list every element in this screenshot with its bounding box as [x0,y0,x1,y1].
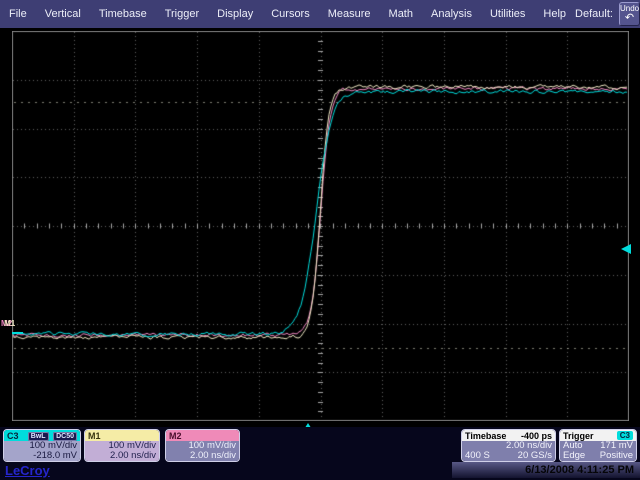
status-bar: C3 BwL DC50 100 mV/div -218.0 mV M1 100 … [0,427,640,480]
c3-offset: -218.0 mV [33,451,77,461]
undo-icon: ↶ [625,13,634,24]
trigger-type: Edge [563,451,585,461]
default-setup-label: Default: [575,8,613,20]
trace-descriptor-m1[interactable]: M1 100 mV/div 2.00 ns/div [84,429,160,462]
oscilloscope-screen: File Vertical Timebase Trigger Display C… [0,0,640,480]
timebase-samples: 400 S [465,451,490,461]
c3-label: C3 [7,431,19,441]
menu-item-file[interactable]: File [0,0,36,28]
timebase-sample-rate: 20 GS/s [518,451,552,461]
menu-item-utilities[interactable]: Utilities [481,0,534,28]
trigger-label: Trigger [563,431,594,441]
menu-item-display[interactable]: Display [208,0,262,28]
menu-item-measure[interactable]: Measure [319,0,380,28]
left-edge-trace-tags: M2M1 [1,320,15,328]
menu-item-analysis[interactable]: Analysis [422,0,481,28]
datetime: 6/13/2008 4:11:25 PM [525,464,634,476]
m2-time-per-div: 2.00 ns/div [190,451,236,461]
menu-bar: File Vertical Timebase Trigger Display C… [0,0,640,28]
waveform-display: M2M1 [0,28,640,427]
m1-trace-tag: M1 [4,319,15,328]
timebase-delay: -400 ps [521,431,552,441]
timebase-descriptor[interactable]: Timebase -400 ps 2.00 ns/div 400 S 20 GS… [461,429,556,462]
waveform-grid-canvas [12,31,629,421]
m2-label: M2 [169,431,182,441]
undo-button[interactable]: Undo ↶ [619,2,640,26]
menu-item-math[interactable]: Math [380,0,422,28]
m1-time-per-div: 2.00 ns/div [110,451,156,461]
channel-descriptor-c3[interactable]: C3 BwL DC50 100 mV/div -218.0 mV [3,429,81,462]
menu-item-timebase[interactable]: Timebase [90,0,156,28]
trigger-level-marker[interactable] [621,244,631,254]
lecroy-logo: LeCroy [5,463,50,478]
trigger-slope: Positive [600,451,633,461]
c3-zero-level-marker[interactable] [12,332,23,334]
trigger-source-badge: C3 [617,431,633,440]
datetime-strip: 6/13/2008 4:11:25 PM [452,462,640,478]
trace-descriptor-m2[interactable]: M2 100 mV/div 2.00 ns/div [165,429,240,462]
menu-item-trigger[interactable]: Trigger [156,0,208,28]
menu-item-vertical[interactable]: Vertical [36,0,90,28]
m1-label: M1 [88,431,101,441]
trigger-descriptor[interactable]: Trigger C3 Auto 171 mV Edge Positive [559,429,637,462]
timebase-label: Timebase [465,431,506,441]
menu-item-help[interactable]: Help [534,0,575,28]
menu-item-cursors[interactable]: Cursors [262,0,319,28]
